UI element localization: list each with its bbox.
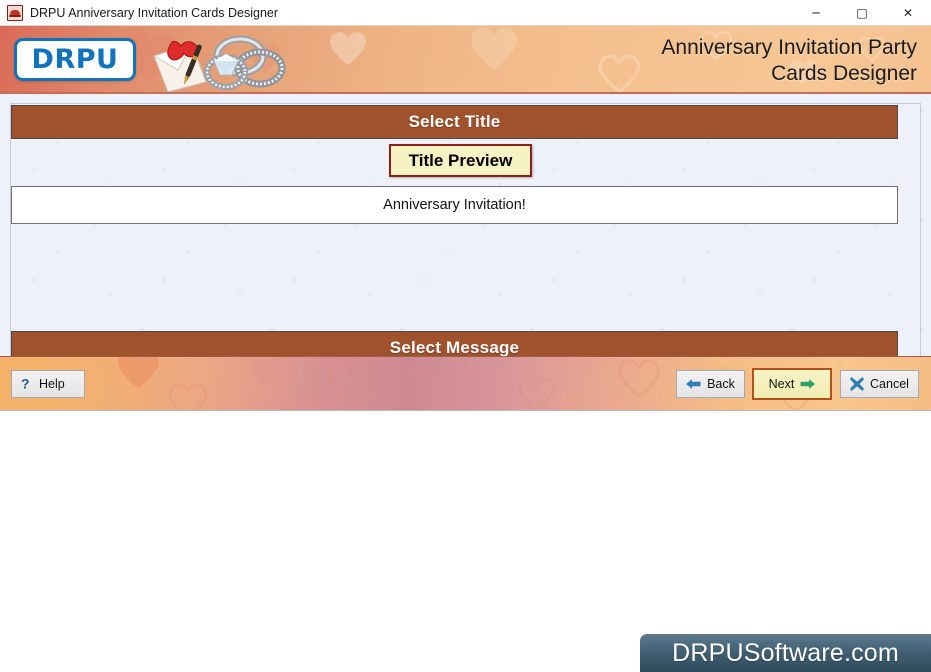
back-button[interactable]: Back bbox=[676, 369, 745, 398]
app-icon bbox=[7, 4, 23, 21]
content-panel bbox=[10, 103, 921, 356]
minimize-icon[interactable]: ─ bbox=[793, 0, 839, 26]
close-icon[interactable]: ✕ bbox=[885, 0, 931, 26]
cancel-label: Cancel bbox=[870, 376, 909, 391]
back-label: Back bbox=[707, 376, 735, 391]
close-x-icon bbox=[850, 376, 865, 391]
drpu-logo: DRPU bbox=[14, 38, 136, 81]
help-button[interactable]: ? Help bbox=[11, 369, 85, 398]
next-button[interactable]: Next bbox=[752, 367, 832, 400]
help-label: Help bbox=[39, 376, 65, 391]
arrow-right-icon bbox=[800, 378, 816, 389]
select-title-header: Select Title bbox=[11, 105, 898, 139]
cancel-button[interactable]: Cancel bbox=[840, 369, 919, 398]
window-title: DRPU Anniversary Invitation Cards Design… bbox=[30, 5, 279, 20]
rings-envelope-heart-icon bbox=[148, 30, 304, 92]
title-preview-button[interactable]: Title Preview bbox=[389, 144, 532, 177]
window-controls: ─ □ ✕ bbox=[793, 0, 931, 26]
watermark: DRPUSoftware.com bbox=[640, 634, 931, 672]
footer-toolbar: ? Help Back Next Cancel bbox=[0, 356, 931, 411]
arrow-left-icon bbox=[686, 378, 701, 389]
maximize-icon[interactable]: □ bbox=[839, 0, 885, 26]
question-mark-icon: ? bbox=[21, 376, 30, 391]
svg-text:?: ? bbox=[21, 376, 30, 391]
next-label: Next bbox=[768, 376, 795, 391]
watermark-text: DRPUSoftware.com bbox=[672, 638, 899, 667]
banner-title-line2: Cards Designer bbox=[771, 62, 917, 85]
banner-title-line1: Anniversary Invitation Party bbox=[661, 36, 917, 59]
main-content: Select Title Title Preview Anniversary I… bbox=[0, 94, 931, 357]
select-message-header: Select Message bbox=[11, 331, 898, 356]
logo-text: DRPU bbox=[31, 44, 119, 75]
application-window: DRPU Anniversary Invitation Cards Design… bbox=[0, 0, 931, 672]
title-value-box[interactable]: Anniversary Invitation! bbox=[11, 186, 898, 224]
bottom-strip bbox=[0, 410, 931, 672]
title-bar: DRPU Anniversary Invitation Cards Design… bbox=[0, 0, 931, 26]
banner-title: Anniversary Invitation Party Cards Desig… bbox=[661, 35, 917, 87]
header-banner: DRPU Anniversary Invitation Party Cards … bbox=[0, 26, 931, 94]
